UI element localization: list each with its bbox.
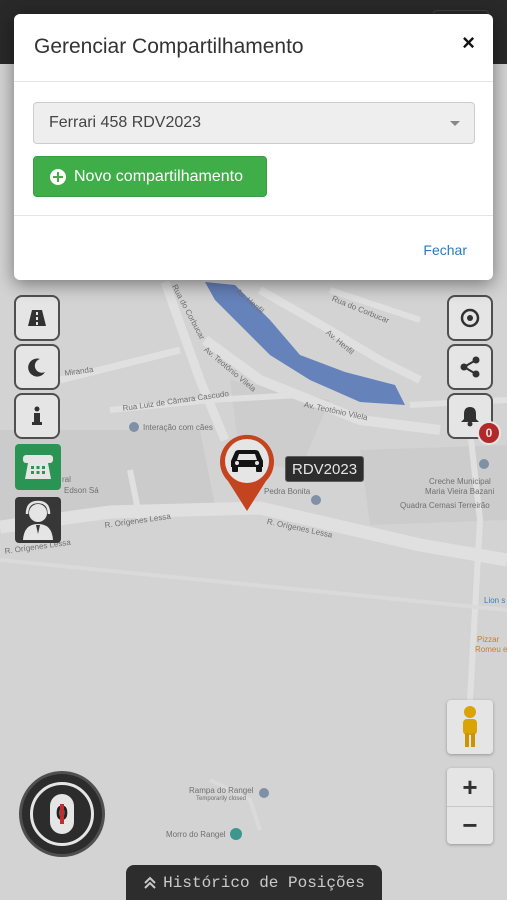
dialog-footer: Fechar bbox=[14, 215, 493, 280]
new-share-label: Novo compartilhamento bbox=[74, 167, 243, 185]
close-icon[interactable]: × bbox=[462, 32, 475, 54]
dialog-title: Gerenciar Compartilhamento bbox=[34, 35, 304, 58]
vehicle-select[interactable]: Ferrari 458 RDV2023 bbox=[33, 102, 475, 144]
vehicle-select-value: Ferrari 458 RDV2023 bbox=[49, 114, 202, 131]
new-share-button[interactable]: Novo compartilhamento bbox=[33, 156, 267, 197]
close-button[interactable]: Fechar bbox=[423, 242, 467, 258]
plus-circle-icon bbox=[50, 168, 66, 185]
dialog-header: Gerenciar Compartilhamento × bbox=[14, 14, 493, 82]
share-management-dialog: Gerenciar Compartilhamento × Ferrari 458… bbox=[14, 14, 493, 280]
chevron-down-icon bbox=[450, 121, 460, 126]
